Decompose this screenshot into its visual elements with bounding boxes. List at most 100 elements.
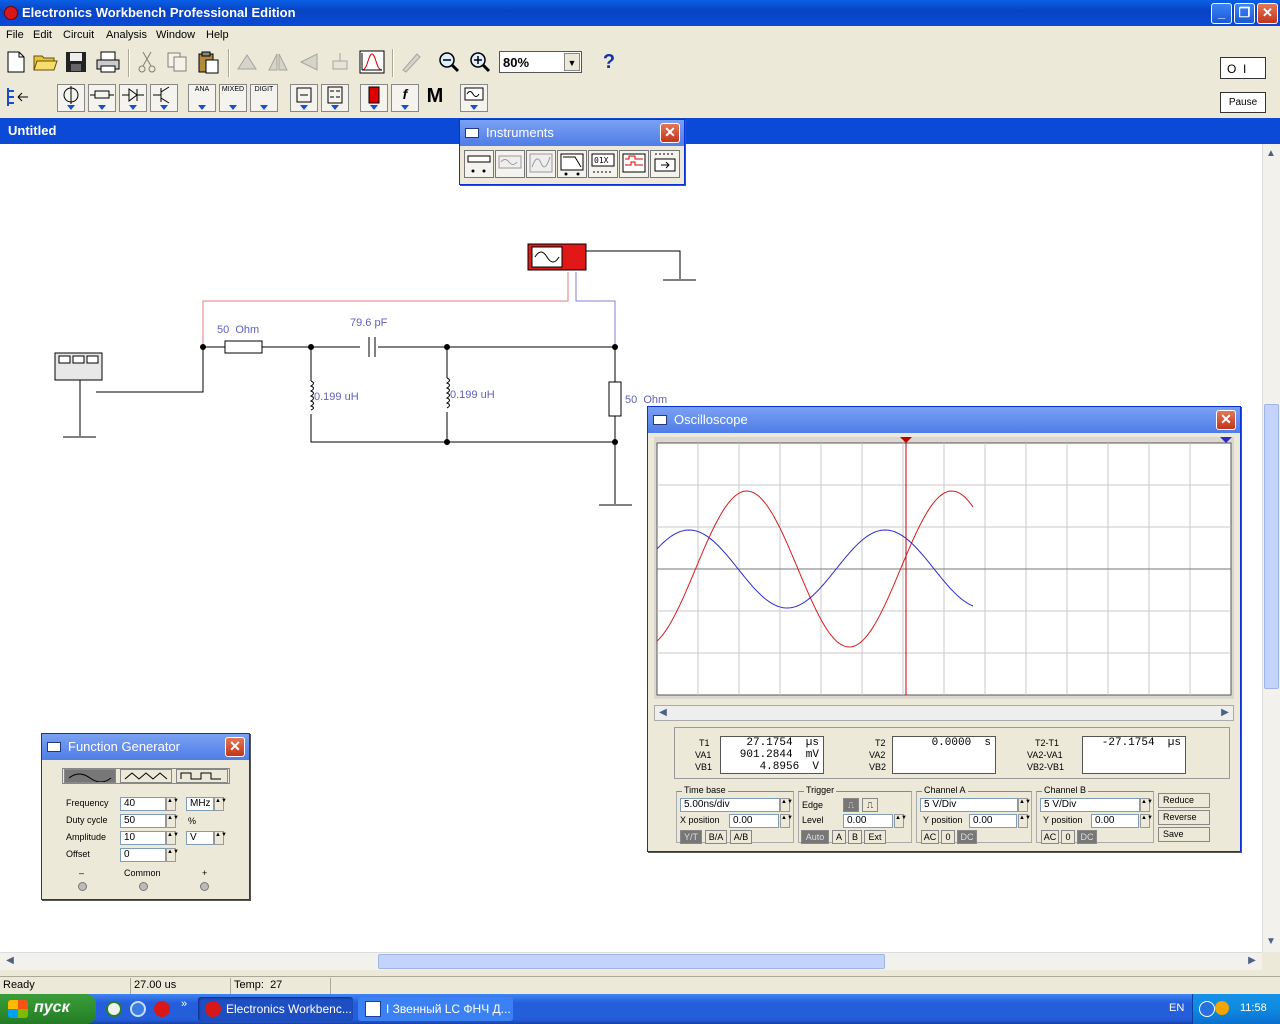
sources-bin[interactable] xyxy=(57,84,85,112)
close-button[interactable]: ✕ xyxy=(1257,3,1278,24)
flip-horizontal-button[interactable] xyxy=(263,47,293,77)
oscilloscope-close-button[interactable]: ✕ xyxy=(1216,410,1236,430)
frequency-unit-field[interactable]: MHz xyxy=(186,797,214,811)
zoom-out-button[interactable] xyxy=(434,47,464,77)
restore-button[interactable]: ❐ xyxy=(1234,3,1255,24)
help-button[interactable]: ? xyxy=(594,47,624,77)
chevron-down-icon[interactable]: ▼ xyxy=(564,53,580,71)
quicklaunch-more-icon[interactable]: » xyxy=(181,998,187,1010)
horizontal-scroll-thumb[interactable] xyxy=(378,954,885,969)
function-generator-icon[interactable] xyxy=(54,352,103,381)
analog-ics-bin[interactable]: ANA xyxy=(188,84,216,112)
cut-button[interactable] xyxy=(132,47,162,77)
level-field[interactable]: 0.00 xyxy=(843,814,893,828)
timebase-field[interactable]: 5.00ns/div xyxy=(680,798,780,812)
channel-b-zero-button[interactable]: 0 xyxy=(1061,830,1075,844)
ab-mode-button[interactable]: A/B xyxy=(730,830,752,844)
menu-analysis[interactable]: Analysis xyxy=(106,29,147,41)
offset-spinner[interactable]: ▲▼ xyxy=(166,848,179,862)
channel-b-scale-spinner[interactable]: ▲▼ xyxy=(1140,798,1153,812)
ba-mode-button[interactable]: B/A xyxy=(705,830,727,844)
amplitude-spinner[interactable]: ▲▼ xyxy=(166,831,179,845)
frequency-unit-spinner[interactable]: ▲▼ xyxy=(214,797,227,811)
square-wave-button[interactable] xyxy=(176,769,228,783)
digital-bin[interactable] xyxy=(321,84,349,112)
channel-b-ypos-spinner[interactable]: ▲▼ xyxy=(1140,814,1153,828)
reverse-button[interactable]: Reverse xyxy=(1158,810,1210,825)
channel-a-ypos-field[interactable]: 0.00 xyxy=(969,814,1017,828)
transistors-bin[interactable] xyxy=(150,84,178,112)
cursor-scrollbar[interactable]: ◀ ▶ xyxy=(654,705,1234,721)
instruments-bin[interactable] xyxy=(460,84,488,112)
offset-field[interactable]: 0 xyxy=(120,848,166,862)
pause-button[interactable]: Pause xyxy=(1220,92,1266,113)
diodes-bin[interactable] xyxy=(119,84,147,112)
rotate-button[interactable] xyxy=(232,47,262,77)
logic-analyzer-button[interactable] xyxy=(619,150,649,178)
save-button[interactable] xyxy=(61,47,91,77)
channel-a-ypos-spinner[interactable]: ▲▼ xyxy=(1018,814,1031,828)
multimeter-button[interactable] xyxy=(464,150,494,178)
channel-b-ac-button[interactable]: AC xyxy=(1041,830,1059,844)
vertical-scroll-thumb[interactable] xyxy=(1264,404,1279,689)
scroll-down-icon[interactable]: ▼ xyxy=(1263,934,1279,950)
trigger-b-button[interactable]: B xyxy=(848,830,862,844)
parts-bin-toggle-button[interactable] xyxy=(2,82,32,112)
function-generator-button[interactable] xyxy=(495,150,525,178)
miscellaneous-bin[interactable]: M xyxy=(421,84,449,112)
frequency-field[interactable]: 40 xyxy=(120,797,166,811)
flip-vertical-button[interactable] xyxy=(294,47,324,77)
oscilloscope-screen[interactable] xyxy=(654,437,1234,699)
start-button[interactable]: пуск xyxy=(0,994,96,1024)
basic-bin[interactable] xyxy=(88,84,116,112)
horizontal-scrollbar[interactable]: ◀ ▶ xyxy=(0,952,1262,970)
reduce-button[interactable]: Reduce xyxy=(1158,793,1210,808)
frequency-spinner[interactable]: ▲▼ xyxy=(166,797,179,811)
menu-edit[interactable]: Edit xyxy=(33,29,52,41)
channel-a-scale-spinner[interactable]: ▲▼ xyxy=(1018,798,1031,812)
mixed-ics-bin[interactable]: MIXED xyxy=(219,84,247,112)
duty-cycle-spinner[interactable]: ▲▼ xyxy=(166,814,179,828)
common-terminal[interactable] xyxy=(139,882,148,891)
copy-button[interactable] xyxy=(162,47,192,77)
amplitude-unit-spinner[interactable]: ▲▼ xyxy=(214,831,227,845)
scroll-right-icon[interactable]: ▶ xyxy=(1244,953,1260,969)
resistor-r1[interactable] xyxy=(224,340,263,354)
probe-button[interactable] xyxy=(396,47,426,77)
digital-ics-bin[interactable]: DIGIT xyxy=(250,84,278,112)
falling-edge-icon[interactable]: ⎍ xyxy=(862,798,878,812)
channel-a-scale-field[interactable]: 5 V/Div xyxy=(920,798,1018,812)
resistor-r2[interactable] xyxy=(608,381,622,417)
rising-edge-icon[interactable]: ⎍ xyxy=(843,798,859,812)
tray-app-icon[interactable] xyxy=(1215,1001,1229,1015)
new-button[interactable] xyxy=(1,47,31,77)
auto-trigger-button[interactable]: Auto xyxy=(801,830,829,844)
channel-b-scale-field[interactable]: 5 V/Div xyxy=(1040,798,1140,812)
scroll-up-icon[interactable]: ▲ xyxy=(1263,146,1279,162)
oscilloscope-button[interactable] xyxy=(526,150,556,178)
minus-terminal[interactable] xyxy=(78,882,87,891)
indicators-bin[interactable] xyxy=(360,84,388,112)
taskbar-item-ewb[interactable]: Electronics Workbenc... xyxy=(198,997,353,1021)
word-generator-button[interactable]: 01X xyxy=(588,150,618,178)
logic-converter-button[interactable] xyxy=(650,150,680,178)
xpos-field[interactable]: 0.00 xyxy=(729,814,779,828)
scroll-left-icon[interactable]: ◀ xyxy=(655,706,671,720)
open-button[interactable] xyxy=(31,47,61,77)
minimize-button[interactable]: _ xyxy=(1211,3,1232,24)
level-spinner[interactable]: ▲▼ xyxy=(894,814,907,828)
trigger-ext-button[interactable]: Ext xyxy=(864,830,886,844)
zoom-in-button[interactable] xyxy=(465,47,495,77)
instruments-title-bar[interactable]: Instruments ✕ xyxy=(460,120,684,146)
channel-a-zero-button[interactable]: 0 xyxy=(941,830,955,844)
menu-circuit[interactable]: Circuit xyxy=(63,29,94,41)
scroll-left-icon[interactable]: ◀ xyxy=(2,953,18,969)
amplitude-field[interactable]: 10 xyxy=(120,831,166,845)
menu-help[interactable]: Help xyxy=(206,29,229,41)
app-title-bar[interactable]: Electronics Workbench Professional Editi… xyxy=(0,0,1280,26)
controls-bin[interactable]: f xyxy=(391,84,419,112)
language-indicator[interactable]: EN xyxy=(1169,1002,1184,1014)
instruments-close-button[interactable]: ✕ xyxy=(660,123,680,143)
create-subcircuit-button[interactable] xyxy=(357,47,387,77)
tray-arrow-icon[interactable] xyxy=(1199,1001,1215,1017)
